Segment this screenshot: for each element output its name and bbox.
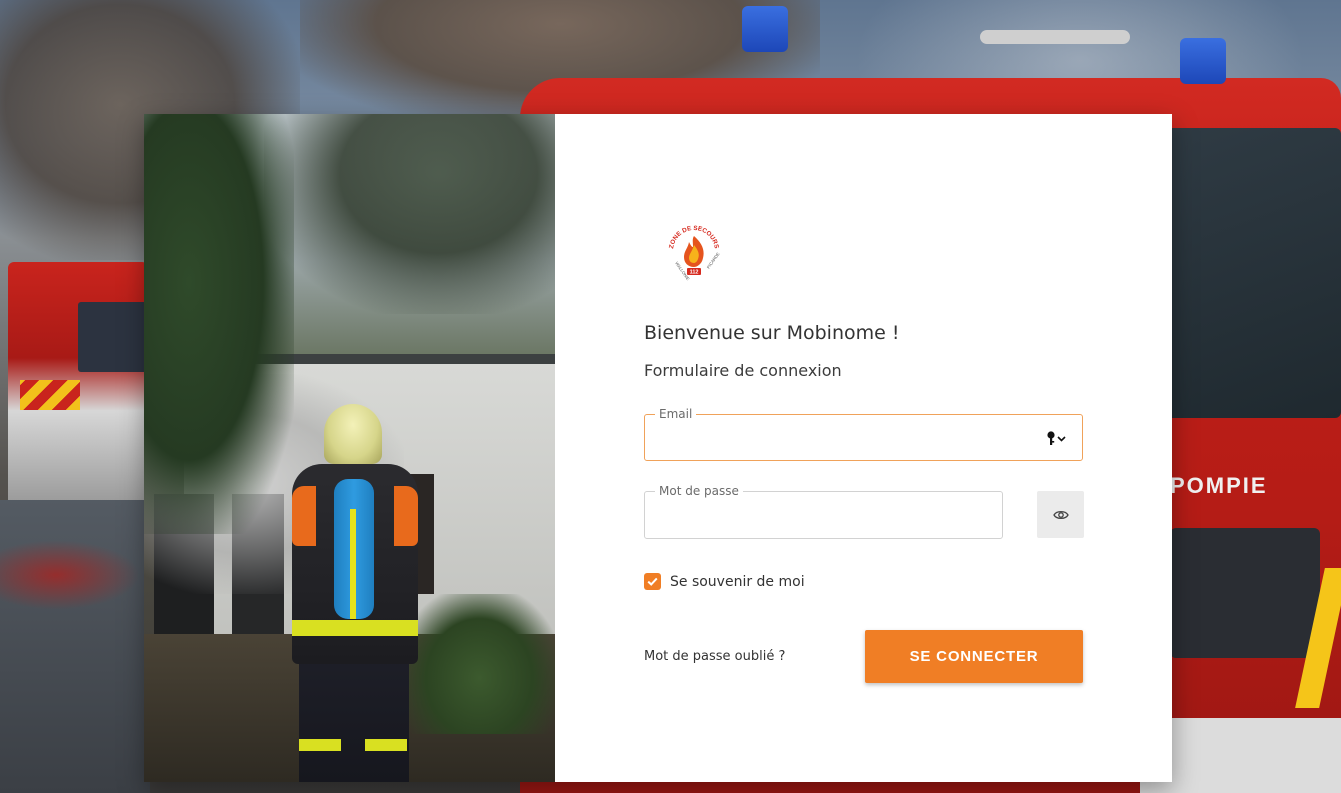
blue-emergency-light bbox=[1180, 38, 1226, 84]
siren-bar bbox=[980, 30, 1130, 44]
truck-window bbox=[78, 302, 148, 372]
key-icon[interactable] bbox=[1046, 430, 1068, 446]
background-road bbox=[0, 500, 150, 793]
login-page: POMPIE ZONE DE SECOURS WALLONIE PICARDE … bbox=[0, 0, 1341, 793]
email-field: Email bbox=[644, 406, 1083, 461]
forgot-password-link[interactable]: Mot de passe oublié ? bbox=[644, 649, 785, 664]
truck-lettering: POMPIE bbox=[1170, 473, 1268, 498]
photo-foliage bbox=[144, 114, 294, 534]
firefighter-shoulder bbox=[394, 486, 418, 546]
remember-me-checkbox[interactable]: Se souvenir de moi bbox=[644, 573, 805, 590]
truck-grill bbox=[1170, 528, 1320, 658]
email-label: Email bbox=[655, 406, 697, 422]
background-fire-truck-left bbox=[8, 262, 148, 502]
login-button[interactable]: SE CONNECTER bbox=[865, 630, 1083, 683]
welcome-heading: Bienvenue sur Mobinome ! bbox=[644, 322, 900, 344]
firefighter-reflective-stripe bbox=[292, 620, 418, 636]
show-password-button[interactable] bbox=[1037, 491, 1084, 538]
firefighter-shoulder bbox=[292, 486, 316, 546]
logo-number: 112 bbox=[690, 270, 699, 276]
login-form-panel: ZONE DE SECOURS WALLONIE PICARDE 112 Bie… bbox=[555, 114, 1172, 782]
firefighter-helmet bbox=[324, 404, 382, 464]
firefighter-photo bbox=[144, 114, 555, 782]
form-subtitle: Formulaire de connexion bbox=[644, 361, 842, 380]
password-input[interactable] bbox=[657, 504, 1021, 528]
truck-chevron-stripe bbox=[20, 380, 80, 410]
zone-de-secours-logo: ZONE DE SECOURS WALLONIE PICARDE 112 bbox=[668, 225, 721, 281]
blue-emergency-light bbox=[742, 6, 788, 52]
photo-foliage bbox=[264, 114, 555, 314]
remember-me-label: Se souvenir de moi bbox=[670, 573, 805, 590]
firefighter-reflective-stripe bbox=[299, 739, 409, 751]
login-card: ZONE DE SECOURS WALLONIE PICARDE 112 Bie… bbox=[144, 114, 1172, 782]
firefighter-legs bbox=[299, 654, 409, 782]
password-label: Mot de passe bbox=[655, 483, 743, 499]
photo-bush bbox=[404, 594, 555, 734]
road-reflection bbox=[0, 540, 140, 610]
email-input[interactable] bbox=[657, 427, 1021, 451]
password-field: Mot de passe bbox=[644, 483, 1021, 539]
eye-icon bbox=[1052, 510, 1069, 519]
checkbox-checked[interactable] bbox=[644, 573, 661, 590]
truck-windshield bbox=[1160, 128, 1341, 418]
air-tank-stripe bbox=[350, 509, 356, 619]
checkmark-icon bbox=[647, 577, 658, 586]
